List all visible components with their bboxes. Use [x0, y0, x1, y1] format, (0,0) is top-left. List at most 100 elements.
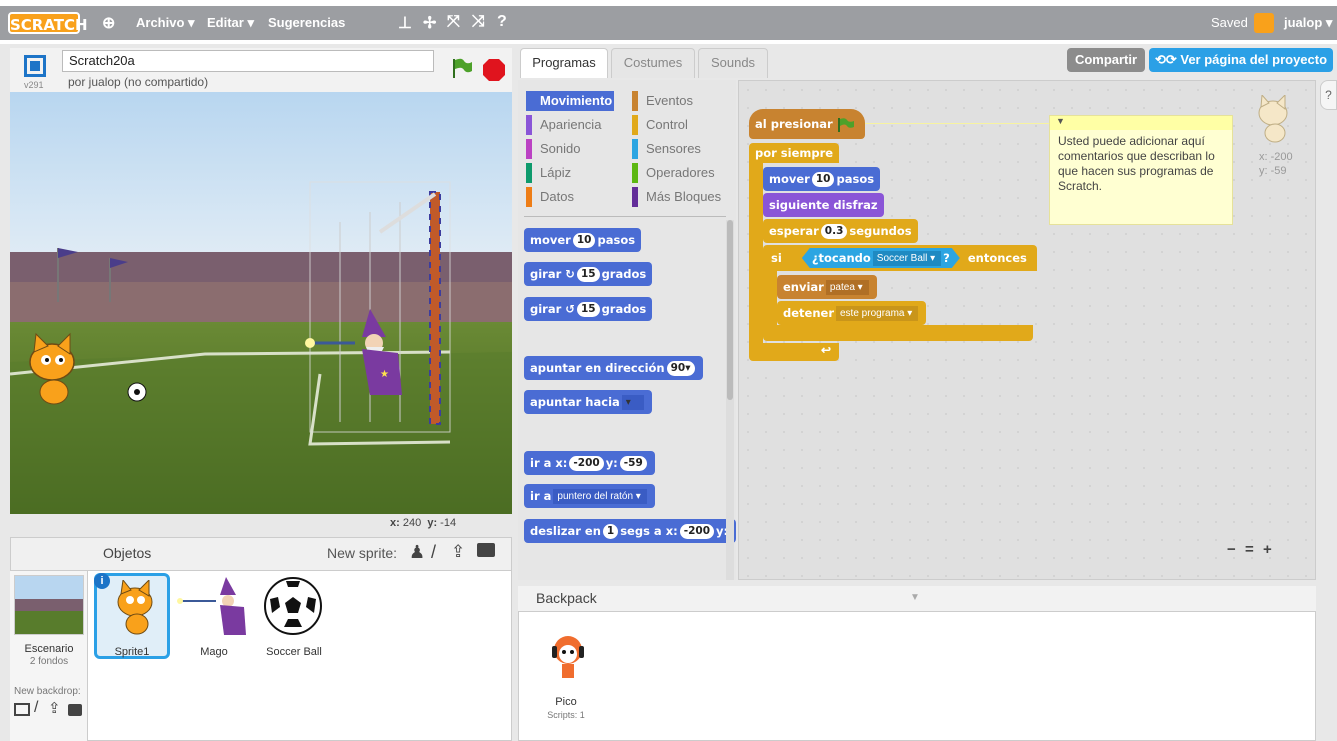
help-tab[interactable]: ?: [1320, 80, 1337, 110]
new-backdrop-label: New backdrop:: [14, 686, 81, 697]
tab-costumes[interactable]: Costumes: [611, 48, 695, 78]
project-title-input[interactable]: Scratch20a: [62, 50, 434, 72]
block-turn-right[interactable]: girar ↻ 15 grados: [524, 262, 653, 286]
backpack-item-pico[interactable]: Pico Scripts: 1: [536, 630, 596, 730]
sprite-pane-header: Objetos New sprite: ♟ / ⇪: [10, 537, 512, 571]
backdrop-upload-icon[interactable]: ⇪: [48, 699, 61, 717]
see-project-page-button[interactable]: ⟲⟳ Ver página del proyecto: [1149, 48, 1333, 72]
backdrop-camera-icon[interactable]: [68, 704, 82, 716]
backpack-title: Backpack: [536, 590, 597, 606]
zoom-reset-icon[interactable]: =: [1245, 541, 1254, 558]
category-looks[interactable]: Apariencia: [526, 115, 601, 135]
block-goto-target[interactable]: ir a puntero del ratón ▾: [524, 484, 655, 508]
wizard-sprite[interactable]: ★: [300, 307, 410, 397]
sprite-library-icon[interactable]: ♟: [409, 542, 425, 563]
zoom-in-icon[interactable]: +: [1263, 541, 1272, 558]
block-forever[interactable]: por siempre: [749, 143, 839, 163]
zoom-out-icon[interactable]: −: [1227, 541, 1236, 558]
sprite-name: Sprite1: [114, 646, 150, 658]
block-touching[interactable]: ¿tocando Soccer Ball ▾?: [802, 248, 960, 268]
cat-sprite[interactable]: [22, 332, 82, 412]
stage-backdrop-count: 2 fondos: [29, 656, 69, 667]
mystuff-icon[interactable]: [1254, 13, 1274, 33]
version-label: v291: [24, 80, 44, 90]
stage-label: Escenario: [24, 643, 74, 655]
info-icon[interactable]: i: [94, 573, 110, 589]
palette-divider: [524, 216, 726, 217]
tab-scripts[interactable]: Programas: [520, 48, 608, 78]
block-glide[interactable]: deslizar en 1 segs a x: -200 y:: [524, 519, 736, 543]
share-button[interactable]: Compartir: [1067, 48, 1145, 72]
category-events[interactable]: Eventos: [632, 91, 693, 111]
forever-arm: [749, 163, 763, 349]
backpack-toggle-icon[interactable]: ▼: [910, 592, 920, 603]
category-control[interactable]: Control: [632, 115, 688, 135]
block-when-flag-clicked[interactable]: al presionar: [749, 109, 865, 139]
rotate-left-icon: ↺: [565, 302, 575, 316]
sprite-item-soccer-ball[interactable]: Soccer Ball: [256, 573, 332, 659]
comment-collapse-icon[interactable]: ▼: [1050, 116, 1232, 130]
backdrop-library-icon[interactable]: [14, 703, 30, 716]
help-icon[interactable]: ?: [497, 13, 507, 31]
paint-brush-icon[interactable]: /: [431, 542, 436, 563]
block-stop[interactable]: detener este programa ▾: [777, 301, 927, 325]
script-area[interactable]: al presionar por siempre ↩ mover 10 pasos …: [738, 80, 1316, 580]
sprite-item-sprite1[interactable]: i Sprite1: [94, 573, 170, 659]
block-move-steps[interactable]: mover 10 pasos: [524, 228, 642, 252]
category-motion[interactable]: Movimiento: [526, 91, 614, 111]
camera-icon[interactable]: [477, 543, 495, 557]
block-palette: Movimiento Eventos Apariencia Control So…: [518, 80, 736, 580]
new-sprite-label: New sprite:: [327, 545, 398, 561]
grow-icon[interactable]: ⤧: [447, 13, 460, 31]
sprite-item-mago[interactable]: Mago: [176, 573, 252, 659]
if-arm: [763, 271, 777, 331]
saved-status: Saved: [1211, 15, 1248, 30]
category-pen[interactable]: Lápiz: [526, 163, 571, 183]
current-sprite-icon: [1258, 95, 1288, 143]
menu-file[interactable]: Archivo ▾: [136, 15, 195, 31]
sprite-name: Soccer Ball: [266, 646, 322, 658]
menu-tips[interactable]: Sugerencias: [268, 15, 345, 30]
rotate-right-icon: ↻: [565, 267, 575, 281]
remix-icon: ⟲⟳: [1154, 52, 1177, 67]
block-next-costume[interactable]: siguiente disfraz: [763, 193, 884, 217]
user-menu[interactable]: jualop ▾: [1284, 15, 1332, 31]
menu-edit[interactable]: Editar ▾: [207, 15, 254, 31]
upload-icon[interactable]: ⇪: [451, 542, 465, 562]
category-more-blocks[interactable]: Más Bloques: [632, 187, 721, 207]
cut-icon[interactable]: ✢: [423, 13, 436, 33]
comment-connector: [865, 123, 1049, 124]
stop-icon[interactable]: [482, 58, 506, 82]
palette-scrollbar[interactable]: [726, 220, 734, 580]
green-flag-icon[interactable]: [450, 56, 474, 80]
shrink-icon[interactable]: ⤨: [472, 13, 485, 31]
forever-loop-arrow: ↩: [749, 343, 839, 361]
block-wait[interactable]: esperar 0.3 segundos: [763, 219, 918, 243]
category-operators[interactable]: Operadores: [632, 163, 715, 183]
block-if-then[interactable]: si ¿tocando Soccer Ball ▾? entonces: [763, 245, 1037, 271]
stage-thumbnail[interactable]: [14, 575, 84, 635]
backdrop-paint-icon[interactable]: /: [34, 699, 38, 717]
sprite-y: y: -59: [1259, 165, 1287, 177]
globe-icon[interactable]: ⊕: [102, 13, 115, 33]
tab-sounds[interactable]: Sounds: [698, 48, 768, 78]
duplicate-icon[interactable]: ⊥: [398, 13, 412, 33]
block-turn-left[interactable]: girar ↺ 15 grados: [524, 297, 653, 321]
see-project-page-label: Ver página del proyecto: [1180, 52, 1328, 67]
block-point-towards[interactable]: apuntar hacia ▾: [524, 390, 652, 414]
category-sensing[interactable]: Sensores: [632, 139, 701, 159]
fullscreen-icon[interactable]: [24, 55, 46, 77]
block-goto-xy[interactable]: ir a x: -200 y: -59: [524, 451, 655, 475]
script-comment[interactable]: ▼ Usted puede adicionar aquí comentarios…: [1049, 115, 1233, 225]
backpack-header[interactable]: Backpack ▼: [518, 586, 1316, 612]
scratch-logo[interactable]: SCRATCH: [8, 12, 88, 34]
category-data[interactable]: Datos: [526, 187, 574, 207]
block-point-direction[interactable]: apuntar en dirección 90▾: [524, 356, 703, 380]
block-broadcast[interactable]: enviar patea ▾: [777, 275, 877, 299]
backpack-item-name: Pico: [555, 696, 577, 708]
comment-text: Usted puede adicionar aquí comentarios q…: [1058, 134, 1215, 193]
block-move-steps[interactable]: mover 10 pasos: [763, 167, 881, 191]
menu-bar: SCRATCH ⊕ Archivo ▾ Editar ▾ Sugerencias…: [0, 6, 1337, 40]
stage[interactable]: ★: [10, 92, 512, 514]
category-sound[interactable]: Sonido: [526, 139, 580, 159]
